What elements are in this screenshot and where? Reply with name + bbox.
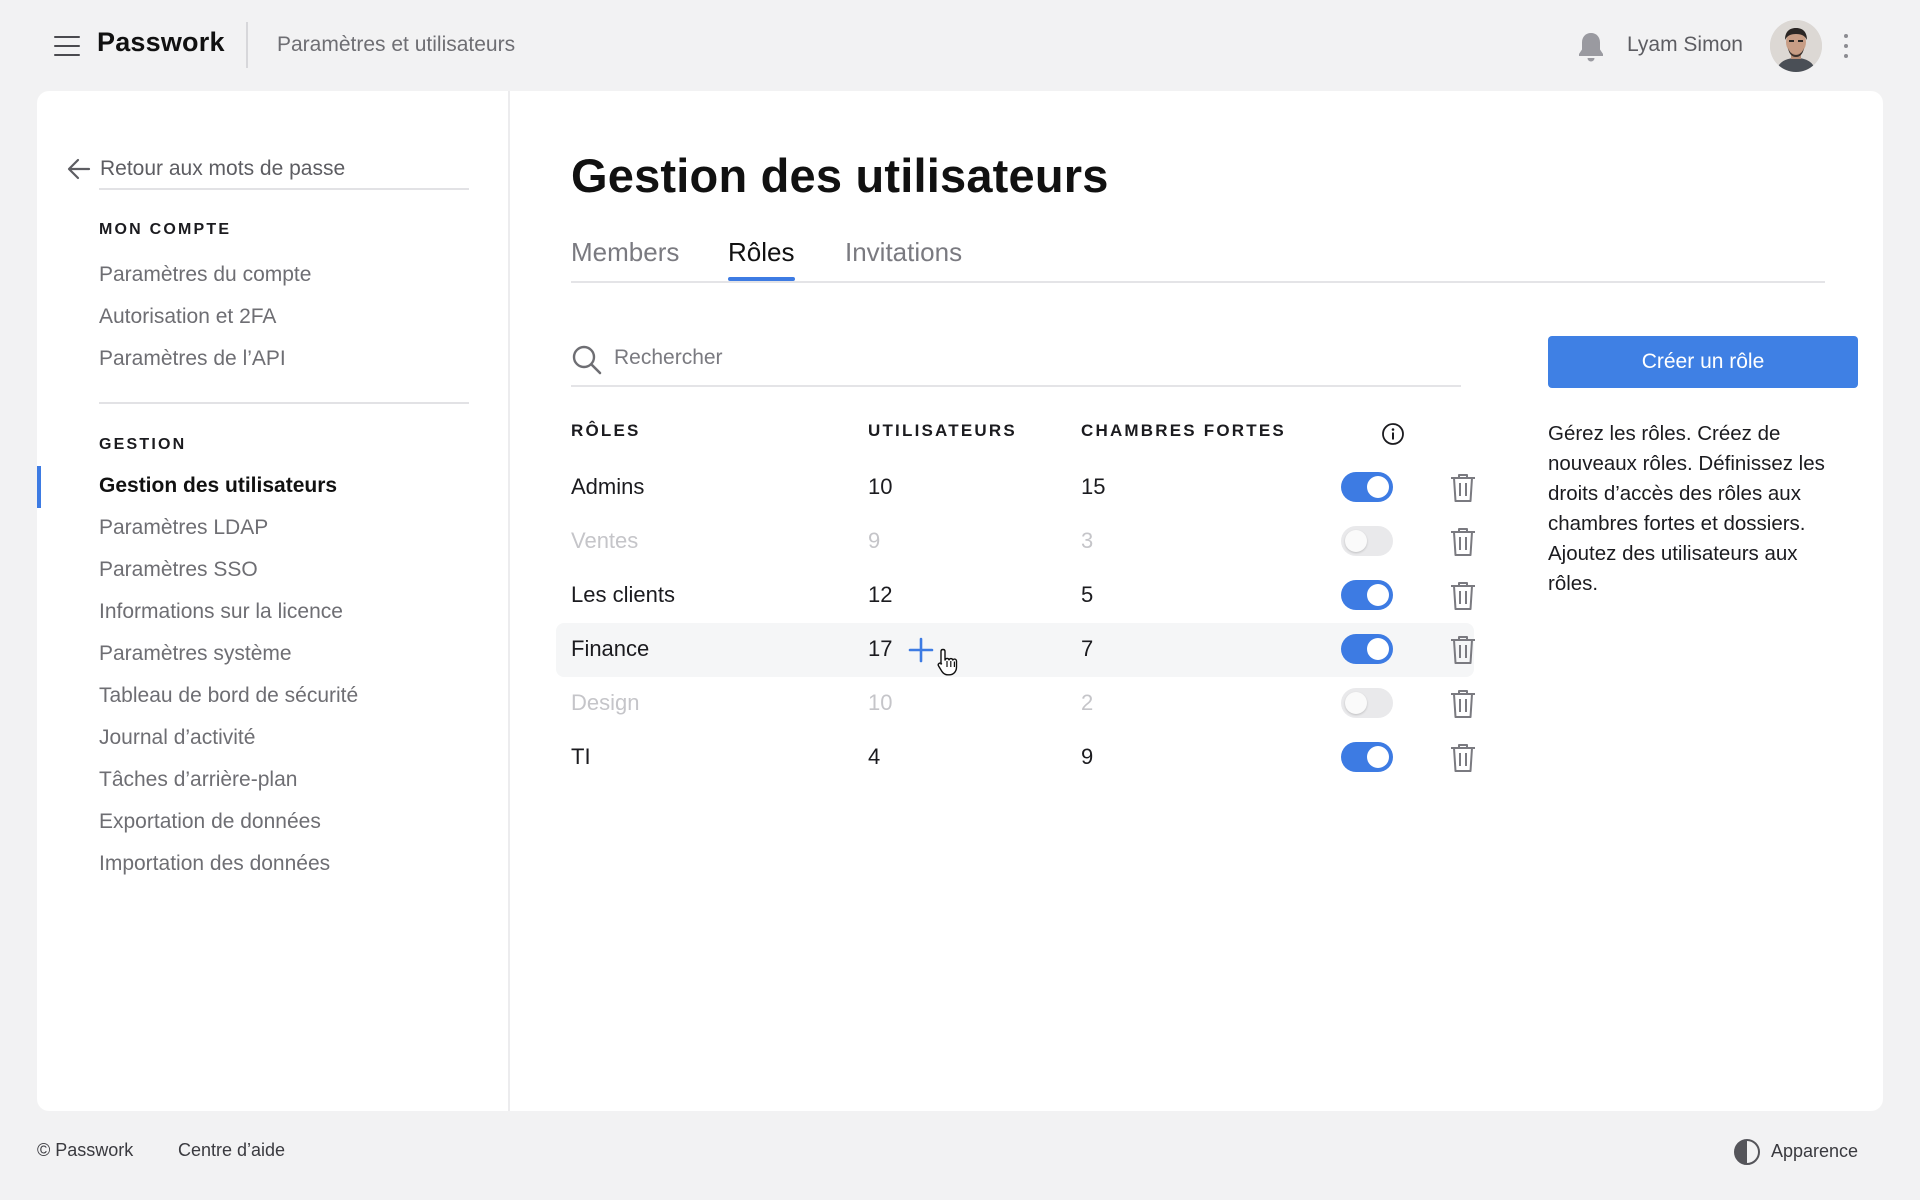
- pointer-cursor-icon: [937, 648, 958, 676]
- user-name[interactable]: Lyam Simon: [1627, 33, 1743, 57]
- sidebar-item-user-management[interactable]: Gestion des utilisateurs: [99, 474, 337, 498]
- column-header-vaults: CHAMBRES FORTES: [1081, 421, 1286, 440]
- role-name: Ventes: [571, 528, 639, 553]
- info-icon[interactable]: [1381, 422, 1405, 446]
- table-row[interactable]: TI 4 9: [556, 731, 1477, 785]
- contrast-icon: [1734, 1139, 1760, 1165]
- active-tab-underline: [728, 277, 795, 281]
- role-vaults-count: 2: [1081, 690, 1094, 715]
- role-vaults-count: 15: [1081, 474, 1106, 499]
- appearance-label: Apparence: [1771, 1141, 1859, 1161]
- appearance-button[interactable]: Apparence: [1733, 1138, 1883, 1166]
- role-name: Admins: [571, 474, 645, 499]
- page-title: Gestion des utilisateurs: [571, 149, 1109, 202]
- role-enabled-toggle[interactable]: [1341, 742, 1393, 772]
- role-enabled-toggle[interactable]: [1341, 526, 1393, 556]
- roles-help-text: Gérez les rôles. Créez de nouveaux rôles…: [1548, 422, 1825, 595]
- sidebar-item-background-tasks[interactable]: Tâches d’arrière-plan: [99, 768, 297, 792]
- divider: [99, 402, 469, 404]
- role-users-count: 9: [868, 528, 881, 553]
- header-divider: [246, 22, 248, 68]
- table-row[interactable]: Les clients 12 5: [556, 569, 1477, 623]
- tab-invitations[interactable]: Invitations: [845, 237, 962, 268]
- brand-logo[interactable]: Passwork: [97, 27, 225, 58]
- menu-icon[interactable]: [51, 30, 83, 62]
- role-name: TI: [571, 744, 591, 769]
- section-title-account: MON COMPTE: [99, 221, 232, 238]
- role-vaults-count: 3: [1081, 528, 1094, 553]
- role-users-count: 4: [868, 744, 881, 769]
- role-enabled-toggle[interactable]: [1341, 688, 1393, 718]
- sidebar: Retour aux mots de passe MON COMPTE Para…: [37, 91, 510, 1111]
- table-row[interactable]: Admins 10 15: [556, 461, 1477, 515]
- sidebar-item-sso[interactable]: Paramètres SSO: [99, 558, 258, 582]
- breadcrumb: Paramètres et utilisateurs: [277, 33, 516, 56]
- column-header-users: UTILISATEURS: [868, 421, 1017, 440]
- role-name: Les clients: [571, 582, 675, 607]
- section-title-management: GESTION: [99, 436, 187, 453]
- role-users-count: 10: [868, 690, 893, 715]
- top-bar: Passwork Paramètres et utilisateurs Lyam…: [0, 0, 1920, 91]
- tab-roles[interactable]: Rôles: [728, 237, 794, 268]
- footer-copyright: © Passwork: [37, 1140, 134, 1160]
- sidebar-item-system-settings[interactable]: Paramètres système: [99, 642, 292, 666]
- trash-icon[interactable]: [1449, 580, 1477, 612]
- active-indicator: [37, 466, 41, 508]
- trash-icon[interactable]: [1449, 634, 1477, 666]
- search-input[interactable]: [614, 341, 1434, 375]
- help-center-link[interactable]: Centre d’aide: [178, 1140, 285, 1161]
- back-to-passwords-link[interactable]: Retour aux mots de passe: [67, 148, 467, 188]
- tabs: Members Rôles Invitations: [571, 237, 1825, 283]
- search-icon: [572, 345, 602, 375]
- sidebar-item-activity-log[interactable]: Journal d’activité: [99, 726, 255, 750]
- sidebar-item-ldap[interactable]: Paramètres LDAP: [99, 516, 268, 540]
- create-role-button[interactable]: Créer un rôle: [1548, 336, 1858, 388]
- sidebar-item-api-settings[interactable]: Paramètres de l’API: [99, 347, 286, 371]
- trash-icon[interactable]: [1449, 526, 1477, 558]
- column-header-roles: RÔLES: [571, 421, 641, 440]
- sidebar-item-data-import[interactable]: Importation des données: [99, 852, 330, 876]
- trash-icon[interactable]: [1449, 742, 1477, 774]
- role-users-count: 17: [868, 636, 893, 661]
- sidebar-item-license[interactable]: Informations sur la licence: [99, 600, 343, 624]
- table-row[interactable]: Ventes 9 3: [556, 515, 1477, 569]
- role-enabled-toggle[interactable]: [1341, 580, 1393, 610]
- sidebar-item-account-settings[interactable]: Paramètres du compte: [99, 263, 311, 287]
- role-vaults-count: 7: [1081, 636, 1094, 661]
- sidebar-item-2fa[interactable]: Autorisation et 2FA: [99, 305, 276, 329]
- plus-icon[interactable]: [906, 635, 936, 665]
- trash-icon[interactable]: [1449, 688, 1477, 720]
- search-bar: [571, 337, 1461, 387]
- sidebar-item-security-dashboard[interactable]: Tableau de bord de sécurité: [99, 684, 358, 708]
- role-name: Design: [571, 690, 640, 715]
- arrow-left-icon: [67, 158, 91, 180]
- role-name: Finance: [571, 636, 650, 661]
- role-enabled-toggle[interactable]: [1341, 634, 1393, 664]
- divider: [99, 188, 469, 190]
- tab-members[interactable]: Members: [571, 237, 679, 268]
- table-row[interactable]: Design 10 2: [556, 677, 1477, 731]
- role-vaults-count: 9: [1081, 744, 1094, 769]
- table-row[interactable]: Finance 17 7: [556, 623, 1477, 677]
- bell-icon[interactable]: [1575, 30, 1607, 64]
- main-content: Gestion des utilisateurs Members Rôles I…: [512, 91, 1883, 1111]
- role-users-count: 10: [868, 474, 893, 499]
- trash-icon[interactable]: [1449, 472, 1477, 504]
- sidebar-item-data-export[interactable]: Exportation de données: [99, 810, 321, 834]
- role-users-count: 12: [868, 582, 893, 607]
- settings-card: Retour aux mots de passe MON COMPTE Para…: [37, 91, 1883, 1111]
- avatar[interactable]: [1770, 20, 1822, 72]
- role-enabled-toggle[interactable]: [1341, 472, 1393, 502]
- back-label: Retour aux mots de passe: [100, 157, 346, 180]
- role-vaults-count: 5: [1081, 582, 1094, 607]
- kebab-menu-icon[interactable]: [1836, 32, 1856, 60]
